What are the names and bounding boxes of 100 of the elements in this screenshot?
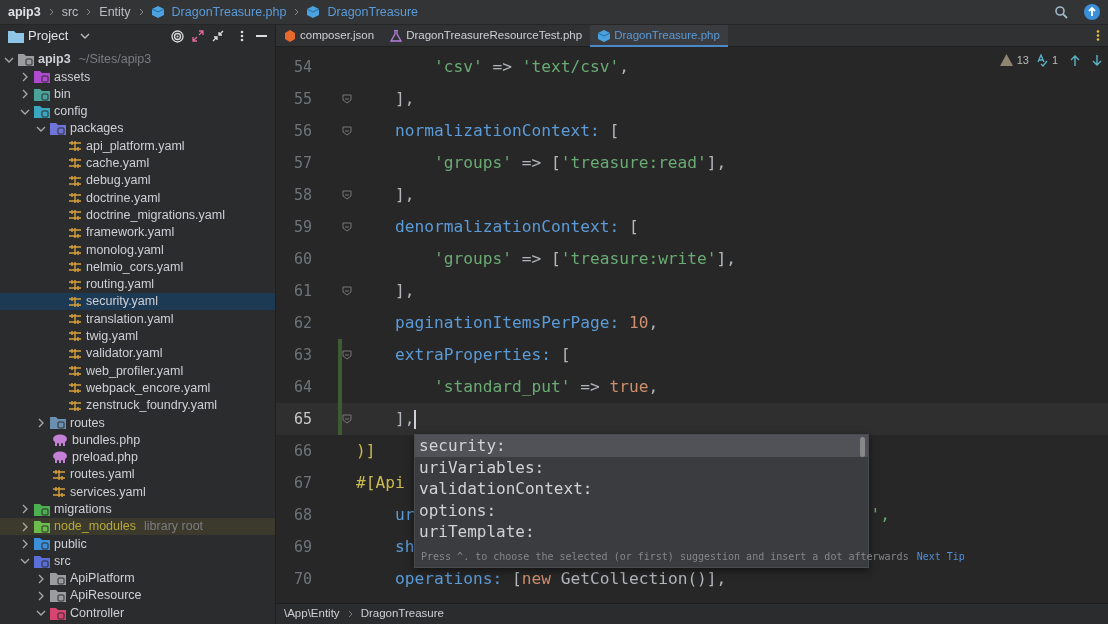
tree-item[interactable]: migrations (0, 500, 275, 518)
chevron-down-icon[interactable] (80, 33, 91, 39)
line-number: 54 (292, 56, 313, 78)
tree-item[interactable]: Controller (0, 604, 275, 622)
fold-icon[interactable] (342, 286, 352, 296)
tree-item[interactable]: bin (0, 85, 275, 103)
tree-label: webpack_encore.yaml (86, 379, 211, 397)
tree-item[interactable]: doctrine.yaml (0, 189, 275, 207)
warning-count[interactable]: 13 (1016, 52, 1029, 69)
tree-item[interactable]: services.yaml (0, 483, 275, 501)
breadcrumb-item[interactable]: DragonTreasure (360, 605, 444, 623)
chevron-right-icon[interactable] (36, 590, 46, 601)
code-line: ur (393, 506, 415, 524)
editor-tab[interactable]: DragonTreasure.php (590, 24, 728, 47)
completion-item[interactable]: uriTemplate: (415, 521, 868, 543)
chevron-right-icon[interactable] (20, 521, 30, 532)
scrollbar-thumb[interactable] (860, 437, 865, 457)
tree-label: doctrine_migrations.yaml (86, 206, 225, 224)
tree-item[interactable]: validator.yaml (0, 345, 275, 363)
elephant-icon (52, 434, 68, 447)
completion-item[interactable]: uriVariables: (415, 456, 868, 479)
tree-label: ApiPlatform (70, 570, 135, 588)
tree-label: web_profiler.yaml (86, 362, 184, 380)
tree-item[interactable]: cache.yaml (0, 154, 275, 173)
chevron-right-icon[interactable] (36, 417, 46, 428)
search-icon[interactable] (1055, 5, 1068, 19)
tree-item[interactable]: webpack_encore.yaml (0, 379, 275, 397)
more-icon[interactable] (240, 30, 244, 42)
arrow-up-icon[interactable] (1070, 54, 1080, 66)
settings-icon (68, 399, 82, 412)
settings-icon (52, 486, 66, 499)
fold-icon[interactable] (342, 94, 352, 104)
tree-item[interactable]: packages (0, 120, 275, 138)
breadcrumb-item[interactable]: apip3 (8, 2, 41, 22)
settings-icon (68, 226, 82, 239)
line-number: 57 (292, 152, 313, 174)
tree-item[interactable]: preload.php (0, 448, 275, 467)
warning-icon[interactable] (999, 54, 1013, 67)
tree-item[interactable]: node_modules library root (0, 518, 275, 536)
arrow-down-icon[interactable] (1092, 54, 1102, 66)
spellcheck-icon[interactable] (1036, 53, 1048, 67)
completion-item[interactable]: validationContext: (415, 478, 868, 500)
tree-item[interactable]: ApiPlatform (0, 569, 275, 588)
tree-item[interactable]: config (0, 102, 275, 121)
tree-item[interactable]: doctrine_migrations.yaml (0, 206, 275, 224)
expand-icon[interactable] (192, 30, 204, 42)
panel-title[interactable]: Project (28, 26, 69, 46)
fold-icon[interactable] (342, 350, 352, 360)
tree-item[interactable]: translation.yaml (0, 310, 275, 328)
tree-item[interactable]: public (0, 535, 275, 553)
fold-icon[interactable] (342, 414, 352, 424)
tree-item[interactable]: bundles.php (0, 431, 275, 449)
tree-item[interactable]: assets (0, 68, 275, 86)
fold-icon[interactable] (342, 190, 352, 200)
breadcrumb-item[interactable]: \App\Entity (284, 605, 340, 623)
tree-item[interactable]: apip3 ~/Sites/apip3 (0, 51, 275, 69)
tree-item[interactable]: web_profiler.yaml (0, 362, 275, 380)
path-hint: library root (144, 518, 204, 536)
tree-item[interactable]: routes.yaml (0, 466, 275, 484)
collapse-icon[interactable] (212, 30, 224, 42)
chevron-right-icon[interactable] (36, 573, 46, 584)
tree-item[interactable]: routes (0, 414, 275, 432)
tree-item[interactable]: security.yaml (0, 293, 275, 311)
line-number: 61 (292, 280, 313, 302)
breadcrumb-item[interactable]: DragonTreasure (327, 2, 419, 22)
tree-item[interactable]: nelmio_cors.yaml (0, 258, 275, 276)
chevron-right-icon (347, 610, 353, 618)
tree-item[interactable]: zenstruck_foundry.yaml (0, 396, 275, 415)
editor-tab[interactable]: DragonTreasureResourceTest.php (382, 24, 591, 47)
chevron-right-icon[interactable] (20, 89, 30, 100)
tree-item[interactable]: api_platform.yaml (0, 137, 275, 155)
fold-icon[interactable] (342, 222, 352, 232)
cube-icon (151, 6, 164, 18)
typo-count[interactable]: 1 (1051, 52, 1058, 69)
breadcrumb-item[interactable]: DragonTreasure.php (171, 2, 287, 22)
more-icon[interactable] (1096, 30, 1100, 41)
tree-item[interactable]: twig.yaml (0, 327, 275, 346)
tree-label: nelmio_cors.yaml (86, 258, 184, 276)
tree-item[interactable]: src (0, 552, 275, 570)
breadcrumb-item[interactable]: src (61, 2, 79, 22)
breadcrumb-item[interactable]: Entity (99, 2, 131, 22)
chevron-right-icon[interactable] (20, 71, 30, 82)
code-line: ], (393, 282, 415, 300)
tree-item[interactable]: monolog.yaml (0, 241, 275, 259)
editor-tab[interactable]: composer.json (276, 24, 383, 47)
tree-item[interactable]: framework.yaml (0, 223, 275, 242)
chevron-right-icon[interactable] (20, 504, 30, 515)
chevron-right-icon[interactable] (20, 538, 30, 549)
tree-item[interactable]: routing.yaml (0, 275, 275, 294)
tree-item[interactable]: debug.yaml (0, 172, 275, 190)
minimize-icon[interactable] (256, 34, 267, 38)
completion-item[interactable]: security: (415, 435, 868, 457)
target-icon[interactable] (171, 29, 184, 43)
tree-item[interactable]: ApiResource (0, 587, 275, 605)
line-number: 63 (292, 344, 313, 366)
fold-icon[interactable] (342, 126, 352, 136)
update-icon[interactable] (1084, 4, 1100, 20)
next-tip-link[interactable]: Next Tip (916, 548, 965, 564)
completion-item[interactable]: options: (415, 499, 868, 522)
tree-label: bundles.php (72, 431, 141, 449)
